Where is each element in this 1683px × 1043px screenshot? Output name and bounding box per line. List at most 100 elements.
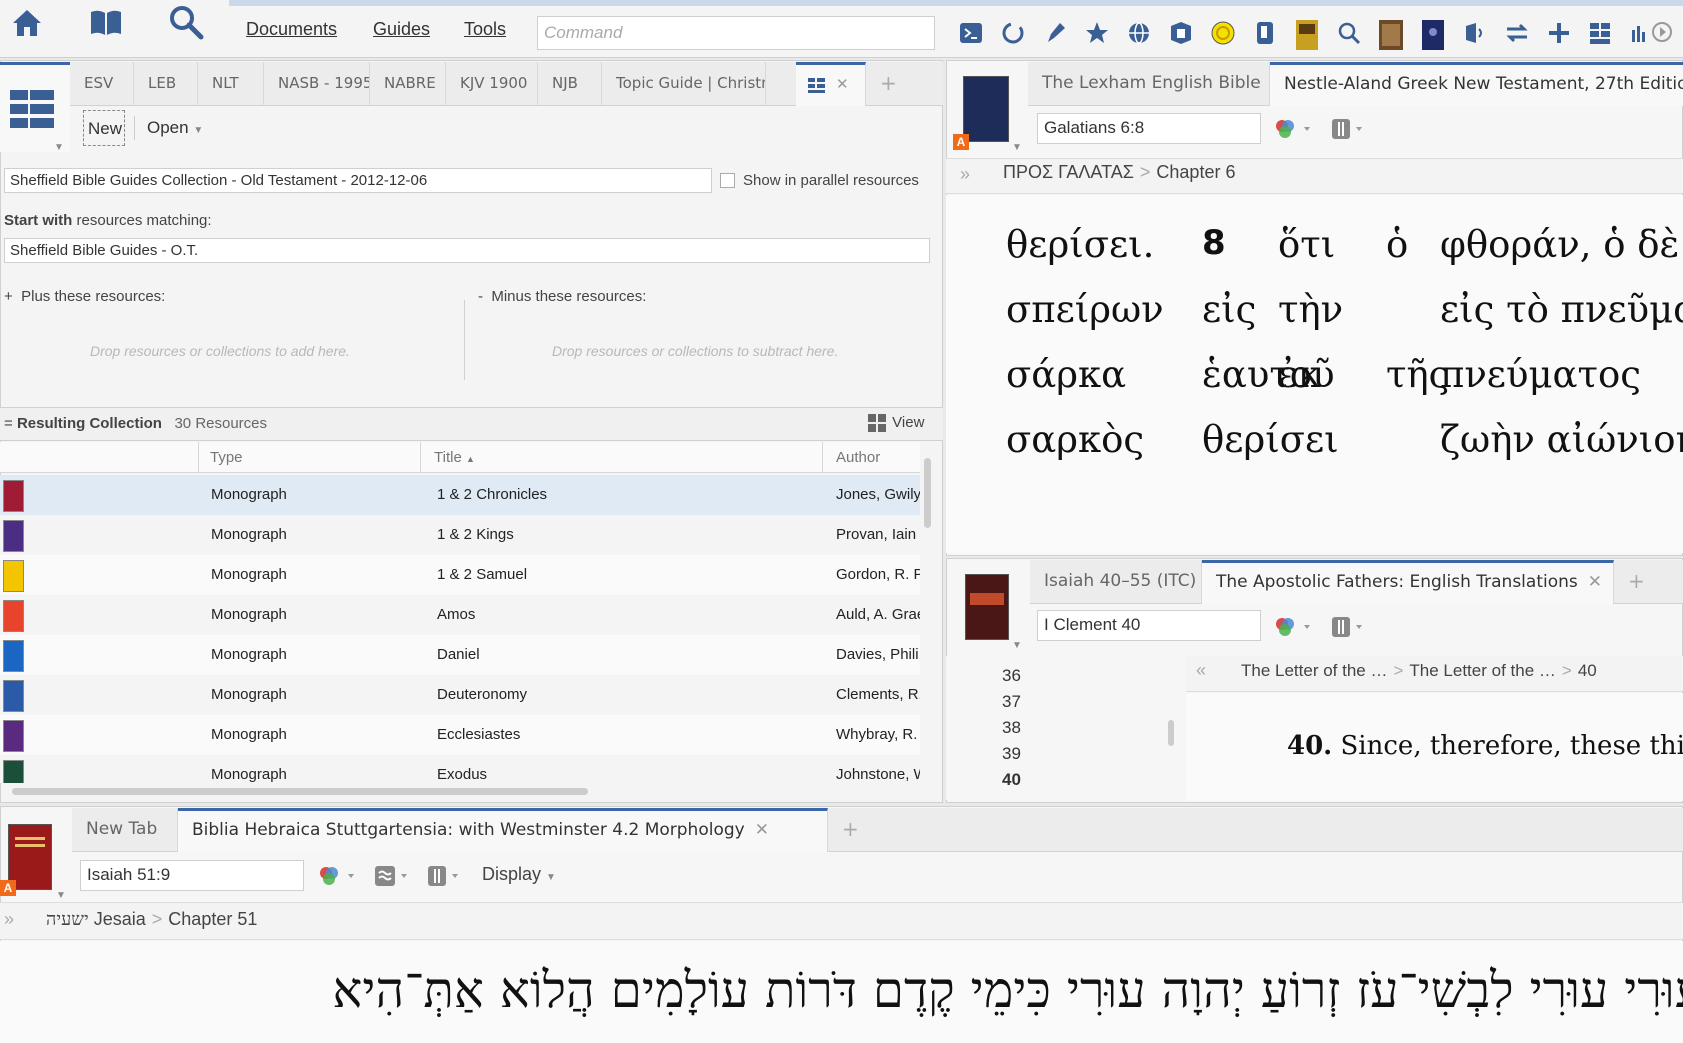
tab-kjv[interactable]: KJV 1900 <box>446 62 538 106</box>
tab-nasb[interactable]: NASB - 1995 <box>264 62 370 106</box>
sun-icon[interactable] <box>1210 20 1236 46</box>
greek-word[interactable]: θερίσει. <box>1006 223 1154 266</box>
verse-number-item[interactable]: 37 <box>1002 692 1021 712</box>
minus-drop-zone[interactable]: Drop resources or collections to subtrac… <box>552 343 838 359</box>
greek-word[interactable]: θερίσει <box>1202 418 1339 461</box>
parallel-resources-icon[interactable] <box>316 863 354 889</box>
home-icon[interactable] <box>8 4 46 42</box>
panel-menu-arrow-icon[interactable]: ▼ <box>1012 640 1022 651</box>
shield-icon[interactable] <box>1168 20 1194 46</box>
greek-line[interactable]: φθοράν, ὁ δὲ <box>1440 223 1679 266</box>
tab-collection-active[interactable]: ✕ <box>796 62 866 106</box>
add-tab-icon[interactable]: + <box>1614 560 1658 604</box>
column-author[interactable]: Author <box>836 449 880 466</box>
greek-line[interactable]: εἰς τὸ πνεῦμα <box>1440 288 1683 331</box>
tab-topic-guide[interactable]: Topic Guide | Christmas <box>602 62 766 106</box>
fathers-crumb-2[interactable]: The Letter of the … <box>1409 661 1555 680</box>
table-row[interactable]: Monograph Daniel Davies, Phili <box>0 635 920 675</box>
interlinear-icon[interactable] <box>373 863 407 889</box>
table-row[interactable]: Monograph 1 & 2 Chronicles Jones, Gwily <box>0 475 920 515</box>
greek-crumb-chapter[interactable]: Chapter 6 <box>1156 162 1235 182</box>
open-button[interactable]: Open ▼ <box>147 118 203 138</box>
globe-icon[interactable] <box>1126 20 1152 46</box>
book-cover-icon[interactable] <box>1294 20 1320 50</box>
plus-drop-zone[interactable]: Drop resources or collections to add her… <box>90 343 350 359</box>
close-tab-icon[interactable]: ✕ <box>836 75 849 93</box>
highlighter-icon[interactable] <box>1042 20 1068 46</box>
library-icon[interactable] <box>87 4 125 42</box>
hebrew-reference-input[interactable]: Isaiah 51:9 <box>80 860 304 891</box>
column-type[interactable]: Type <box>210 449 243 466</box>
tab-apostolic-fathers[interactable]: The Apostolic Fathers: English Translati… <box>1202 560 1614 604</box>
search-icon[interactable] <box>167 4 205 42</box>
greek-breadcrumb[interactable]: ΠΡΟΣ ΓΑΛΑΤΑΣ > Chapter 6 <box>1003 162 1235 183</box>
hebrew-crumb-chapter[interactable]: Chapter 51 <box>168 909 257 929</box>
console-icon[interactable] <box>958 20 984 46</box>
collection-name-input[interactable]: Sheffield Bible Guides Collection - Old … <box>4 168 712 193</box>
menu-documents[interactable]: Documents <box>246 19 337 40</box>
table-row[interactable]: Monograph 1 & 2 Samuel Gordon, R. P <box>0 555 920 595</box>
display-button[interactable]: Display ▼ <box>482 864 556 885</box>
greek-word[interactable]: ὅτι <box>1278 223 1335 266</box>
greek-word[interactable]: 8 <box>1202 223 1226 263</box>
magnifier-icon[interactable] <box>1336 20 1362 46</box>
command-input[interactable]: Command <box>537 16 935 50</box>
tab-nlt[interactable]: NLT <box>198 62 264 106</box>
greek-word[interactable]: τὴν <box>1278 288 1343 331</box>
verse-number-item[interactable]: 38 <box>1002 718 1021 738</box>
close-tab-icon[interactable]: ✕ <box>755 820 769 840</box>
table-hscroll[interactable] <box>12 788 588 795</box>
bookmark-icon[interactable] <box>1252 20 1278 46</box>
sync-icon[interactable] <box>1000 20 1026 46</box>
greek-crumb-book[interactable]: ΠΡΟΣ ΓΑΛΑΤΑΣ <box>1003 162 1134 182</box>
tab-lexham[interactable]: The Lexham English Bible <box>1028 62 1270 106</box>
add-tab-icon[interactable]: + <box>866 62 910 106</box>
view-button[interactable]: View <box>868 414 924 433</box>
table-row[interactable]: Monograph Amos Auld, A. Grae <box>0 595 920 635</box>
verse-number-item[interactable]: 40 <box>1002 770 1021 790</box>
fathers-breadcrumb[interactable]: The Letter of the … > The Letter of the … >… <box>1241 661 1597 681</box>
menu-tools[interactable]: Tools <box>464 19 506 40</box>
panel-menu-arrow-icon[interactable]: ▼ <box>56 890 66 901</box>
table-row[interactable]: Monograph 1 & 2 Kings Provan, Iain <box>0 515 920 555</box>
tab-isaiah-itc[interactable]: Isaiah 40–55 (ITC) <box>1030 560 1202 604</box>
panel-menu-arrow-icon[interactable]: ▼ <box>1012 142 1022 153</box>
greek-word[interactable]: σπείρων <box>1006 288 1164 331</box>
tab-esv[interactable]: ESV <box>70 62 134 106</box>
new-button[interactable]: New <box>83 110 125 146</box>
tab-nabre[interactable]: NABRE <box>370 62 446 106</box>
table-row[interactable]: Monograph Exodus Johnstone, W <box>0 755 920 783</box>
greek-word[interactable]: ὁ <box>1386 223 1408 266</box>
swap-icon[interactable] <box>1504 20 1530 46</box>
greek-word[interactable]: ἐκ <box>1278 353 1321 396</box>
matching-input[interactable]: Sheffield Bible Guides - O.T. <box>4 238 930 263</box>
greek-reference-input[interactable]: Galatians 6:8 <box>1037 113 1261 144</box>
layout-icon[interactable] <box>1588 20 1614 46</box>
add-tab-icon[interactable]: + <box>828 808 872 852</box>
fathers-crumb-1[interactable]: The Letter of the … <box>1241 661 1387 680</box>
fathers-crumb-3[interactable]: 40 <box>1578 661 1597 680</box>
table-row[interactable]: Monograph Ecclesiastes Whybray, R. <box>0 715 920 755</box>
tab-leb[interactable]: LEB <box>134 62 198 106</box>
collection-grid-icon[interactable] <box>8 86 60 134</box>
panel-menu-arrow-icon[interactable]: ▼ <box>54 142 64 153</box>
hebrew-crumb-book[interactable]: Jesaia <box>94 909 146 929</box>
close-tab-icon[interactable]: ✕ <box>1588 572 1602 592</box>
verse-number-item[interactable]: 39 <box>1002 744 1021 764</box>
greek-line[interactable]: ζωὴν αἰώνιον <box>1440 418 1683 461</box>
greek-word[interactable]: εἰς <box>1202 288 1256 331</box>
verse-number-item[interactable]: 36 <box>1002 666 1021 686</box>
star-icon[interactable] <box>1084 20 1110 46</box>
column-title[interactable]: Title ▲ <box>434 449 475 466</box>
book-dark-icon[interactable] <box>1420 20 1446 50</box>
show-parallel-checkbox[interactable] <box>720 173 735 188</box>
table-row[interactable]: Monograph Deuteronomy Clements, R. <box>0 675 920 715</box>
menu-guides[interactable]: Guides <box>373 19 430 40</box>
table-vscroll[interactable] <box>924 458 931 528</box>
add-icon[interactable] <box>1546 20 1572 46</box>
panel-layout-icon[interactable] <box>1330 116 1362 142</box>
greek-line[interactable]: πνεύματος <box>1440 353 1641 396</box>
parallel-resources-icon[interactable] <box>1272 116 1310 142</box>
hebrew-breadcrumb[interactable]: ישעיה Jesaia > Chapter 51 <box>46 909 257 930</box>
expand-icon[interactable]: » <box>4 909 14 930</box>
